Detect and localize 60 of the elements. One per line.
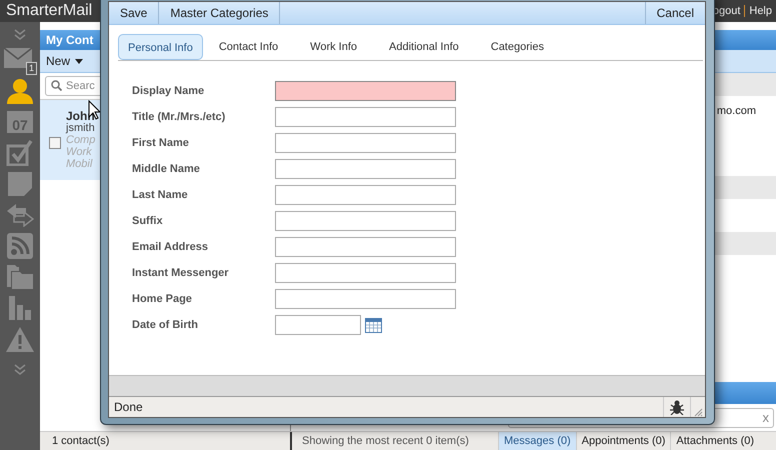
arrows-icon[interactable] — [6, 202, 34, 226]
toolbar-button[interactable]: Master Categories — [159, 2, 280, 24]
contact-email: jsmith — [66, 122, 96, 134]
caret-icon — [75, 58, 84, 64]
unread-badge: 1 — [26, 62, 37, 74]
date-field[interactable] — [275, 315, 361, 335]
cancel-button[interactable]: Cancel — [644, 2, 705, 24]
text-field[interactable] — [275, 107, 456, 127]
chevron-icon[interactable] — [13, 29, 27, 41]
field-label: Email Address — [132, 241, 210, 253]
bar-chart-icon[interactable] — [8, 296, 32, 320]
contact-detail: Mobil — [66, 158, 94, 170]
warning-icon[interactable] — [5, 326, 35, 352]
status-tab[interactable]: Messages (0) — [498, 432, 576, 450]
field-label: First Name — [132, 137, 190, 149]
status-tab[interactable]: Appointments (0) — [576, 432, 670, 450]
field-label: Date of Birth — [132, 319, 199, 331]
folders-icon[interactable] — [6, 264, 34, 290]
calendar-icon[interactable] — [365, 318, 382, 332]
checkbox[interactable] — [49, 137, 61, 149]
pane-title: My Cont — [46, 33, 94, 47]
new-button[interactable]: New — [40, 54, 90, 68]
header-link[interactable]: Help — [749, 5, 772, 17]
resize-grip-icon[interactable] — [694, 408, 702, 417]
text-field[interactable] — [275, 159, 456, 179]
contact-count: 1 contact(s) — [51, 435, 110, 447]
field-label: Suffix — [132, 215, 164, 227]
tab[interactable]: Contact Info — [202, 34, 294, 60]
status-tab[interactable]: Attachments (0) — [670, 432, 760, 450]
person-icon[interactable] — [5, 78, 35, 104]
field-label: Instant Messenger — [132, 267, 230, 279]
toolbar-button[interactable]: Save — [109, 2, 160, 24]
app-title: SmarterMail — [6, 2, 92, 20]
field-label: Display Name — [132, 85, 206, 97]
field-label: Title (Mr./Mrs./etc) — [132, 111, 226, 123]
text-field[interactable] — [275, 185, 456, 205]
field-label: Middle Name — [132, 163, 201, 175]
text-field[interactable] — [275, 289, 456, 309]
field-label: Home Page — [132, 293, 193, 305]
contact-detail: Comp — [66, 134, 96, 146]
text-field[interactable] — [275, 133, 456, 153]
checkbox-icon[interactable] — [6, 140, 34, 166]
chevron-icon[interactable] — [13, 364, 27, 376]
status-text: Done — [113, 400, 143, 414]
note-icon[interactable] — [7, 170, 33, 196]
text-field[interactable] — [275, 81, 456, 101]
search-icon — [51, 80, 62, 91]
clear-button[interactable]: x — [762, 410, 769, 425]
contact-email: mo.com — [716, 105, 756, 117]
text-field[interactable] — [275, 263, 456, 283]
tab[interactable]: Personal Info — [118, 34, 203, 60]
tab[interactable]: Additional Info — [373, 34, 475, 60]
field-label: Last Name — [132, 189, 189, 201]
contact-detail: Work — [66, 146, 93, 158]
rss-icon[interactable] — [7, 232, 33, 258]
tab[interactable]: Categories — [474, 34, 560, 60]
text-field[interactable] — [275, 237, 456, 257]
text-field[interactable] — [275, 211, 456, 231]
bug-icon[interactable] — [669, 399, 685, 415]
tab[interactable]: Work Info — [294, 34, 374, 60]
